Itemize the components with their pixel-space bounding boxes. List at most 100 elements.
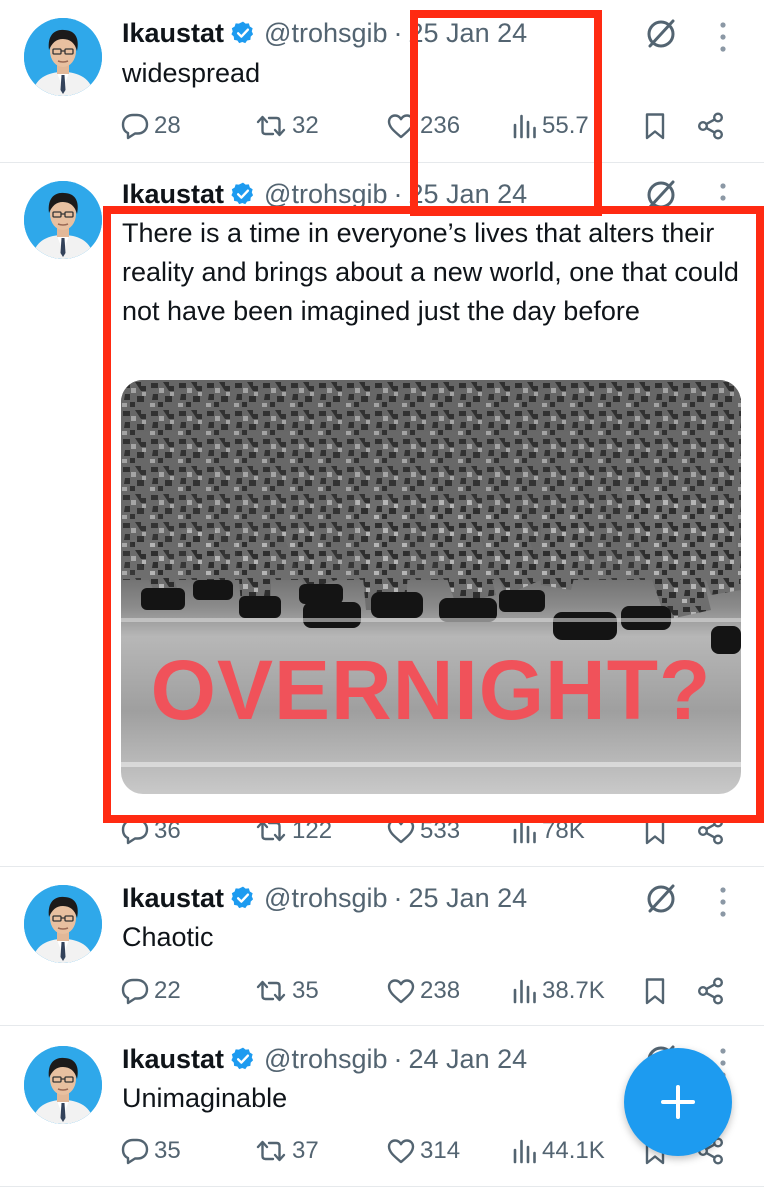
views-count: 44.1K bbox=[542, 1137, 605, 1164]
author-name[interactable]: Ikaustat bbox=[122, 883, 224, 914]
views-count: 55.7 bbox=[542, 112, 589, 139]
like-button[interactable]: 533 bbox=[386, 811, 460, 851]
media-overlay-text: OVERNIGHT? bbox=[150, 643, 712, 737]
author-name[interactable]: Ikaustat bbox=[122, 179, 224, 210]
author-name[interactable]: Ikaustat bbox=[122, 18, 224, 49]
views-icon bbox=[512, 976, 538, 1006]
like-count: 236 bbox=[420, 112, 461, 139]
compose-button[interactable] bbox=[624, 1048, 732, 1156]
reply-button[interactable]: 35 bbox=[120, 1131, 181, 1171]
reply-count: 36 bbox=[154, 817, 181, 844]
views-button[interactable]: 55.7 bbox=[512, 106, 589, 146]
reply-button[interactable]: 36 bbox=[120, 811, 181, 851]
reply-icon bbox=[120, 976, 150, 1006]
tweet[interactable]: Ikaustat @trohsgib · 25 Jan 24 Chaotic 2… bbox=[0, 867, 764, 1026]
repost-button[interactable]: 32 bbox=[254, 106, 319, 146]
more-icon[interactable] bbox=[716, 885, 730, 919]
reply-icon bbox=[120, 111, 150, 141]
separator-dot: · bbox=[393, 17, 403, 48]
avatar[interactable] bbox=[24, 18, 102, 96]
like-icon bbox=[386, 816, 416, 846]
share-icon bbox=[696, 816, 726, 846]
author-handle[interactable]: @trohsgib bbox=[264, 18, 387, 49]
repost-icon bbox=[254, 1136, 288, 1166]
like-button[interactable]: 314 bbox=[386, 1131, 460, 1171]
bookmark-button[interactable] bbox=[642, 811, 672, 851]
reply-icon bbox=[120, 816, 150, 846]
repost-count: 37 bbox=[292, 1137, 319, 1164]
grok-icon[interactable] bbox=[642, 176, 680, 214]
author-handle[interactable]: @trohsgib bbox=[264, 1044, 387, 1075]
repost-icon bbox=[254, 976, 288, 1006]
tweet-date[interactable]: 24 Jan 24 bbox=[409, 1044, 528, 1075]
share-button[interactable] bbox=[696, 106, 730, 146]
action-bar: 22 35 238 38.7K bbox=[120, 971, 740, 1011]
avatar[interactable] bbox=[24, 1046, 102, 1124]
views-icon bbox=[512, 1136, 538, 1166]
share-icon bbox=[696, 111, 726, 141]
share-icon bbox=[696, 976, 726, 1006]
tweet-media-image[interactable]: OVERNIGHT? bbox=[121, 380, 741, 794]
repost-button[interactable]: 35 bbox=[254, 971, 319, 1011]
like-icon bbox=[386, 1136, 416, 1166]
like-count: 533 bbox=[420, 817, 461, 844]
views-count: 38.7K bbox=[542, 977, 605, 1004]
repost-count: 122 bbox=[292, 817, 333, 844]
views-button[interactable]: 44.1K bbox=[512, 1131, 605, 1171]
tweet-date[interactable]: 25 Jan 24 bbox=[409, 179, 528, 210]
share-button[interactable] bbox=[696, 971, 730, 1011]
repost-icon bbox=[254, 111, 288, 141]
views-button[interactable]: 38.7K bbox=[512, 971, 605, 1011]
like-button[interactable]: 236 bbox=[386, 106, 460, 146]
author-name[interactable]: Ikaustat bbox=[122, 1044, 224, 1075]
tweet-date[interactable]: 25 Jan 24 bbox=[409, 18, 528, 49]
views-count: 78K bbox=[542, 817, 585, 844]
grok-icon[interactable] bbox=[642, 880, 680, 918]
repost-button[interactable]: 122 bbox=[254, 811, 332, 851]
like-button[interactable]: 238 bbox=[386, 971, 460, 1011]
bookmark-button[interactable] bbox=[642, 106, 672, 146]
action-bar: 36 122 533 78K bbox=[120, 811, 740, 851]
action-bar: 28 32 236 55.7 bbox=[120, 106, 740, 146]
like-count: 238 bbox=[420, 977, 461, 1004]
tweet-date[interactable]: 25 Jan 24 bbox=[409, 883, 528, 914]
compose-plus-icon bbox=[661, 1085, 695, 1119]
tweet[interactable]: Ikaustat @trohsgib · 25 Jan 24 widesprea… bbox=[0, 0, 764, 163]
author-handle[interactable]: @trohsgib bbox=[264, 883, 387, 914]
avatar[interactable] bbox=[24, 181, 102, 259]
reply-button[interactable]: 22 bbox=[120, 971, 181, 1011]
verified-badge-icon bbox=[230, 181, 256, 207]
share-button[interactable] bbox=[696, 811, 730, 851]
views-icon bbox=[512, 111, 538, 141]
reply-icon bbox=[120, 1136, 150, 1166]
avatar[interactable] bbox=[24, 885, 102, 963]
bookmark-icon bbox=[642, 111, 668, 141]
like-icon bbox=[386, 976, 416, 1006]
reply-button[interactable]: 28 bbox=[120, 106, 181, 146]
repost-count: 35 bbox=[292, 977, 319, 1004]
reply-count: 28 bbox=[154, 112, 181, 139]
like-count: 314 bbox=[420, 1137, 461, 1164]
author-handle[interactable]: @trohsgib bbox=[264, 179, 387, 210]
separator-dot: · bbox=[393, 178, 403, 209]
grok-icon[interactable] bbox=[642, 15, 680, 53]
repost-button[interactable]: 37 bbox=[254, 1131, 319, 1171]
verified-badge-icon bbox=[230, 885, 256, 911]
more-icon[interactable] bbox=[716, 181, 730, 215]
views-button[interactable]: 78K bbox=[512, 811, 585, 851]
like-icon bbox=[386, 111, 416, 141]
repost-count: 32 bbox=[292, 112, 319, 139]
bookmark-icon bbox=[642, 976, 668, 1006]
views-icon bbox=[512, 816, 538, 846]
verified-badge-icon bbox=[230, 20, 256, 46]
reply-count: 22 bbox=[154, 977, 181, 1004]
repost-icon bbox=[254, 816, 288, 846]
tweet-text: Chaotic bbox=[122, 922, 214, 952]
more-icon[interactable] bbox=[716, 20, 730, 54]
separator-dot: · bbox=[393, 1043, 403, 1074]
reply-count: 35 bbox=[154, 1137, 181, 1164]
bookmark-button[interactable] bbox=[642, 971, 672, 1011]
tweet-text: widespread bbox=[122, 58, 261, 88]
verified-badge-icon bbox=[230, 1046, 256, 1072]
tweet-text: There is a time in everyone’s lives that… bbox=[122, 218, 739, 326]
